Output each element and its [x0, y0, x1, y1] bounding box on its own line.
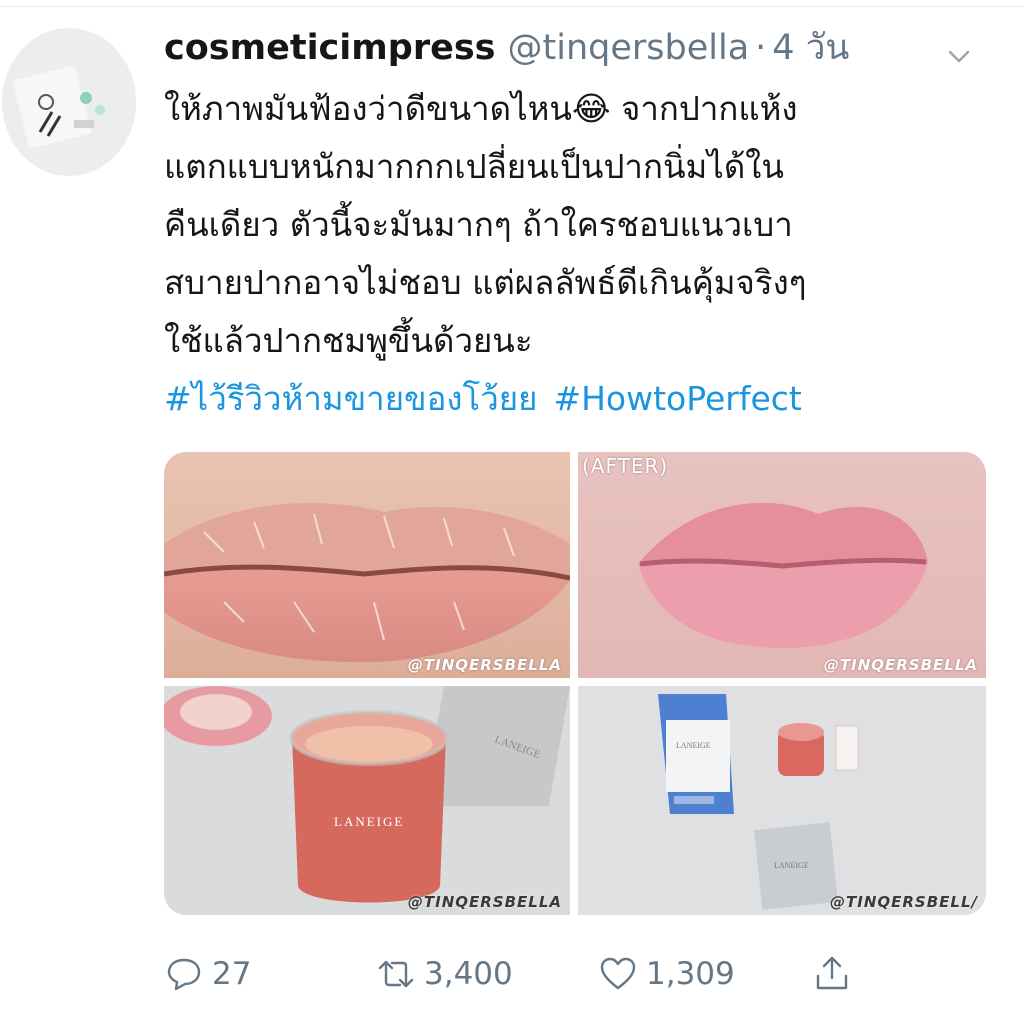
photo-before-lips[interactable]: @TINQERSBELLA	[164, 452, 570, 678]
heart-icon	[600, 957, 636, 990]
reply-icon	[167, 958, 201, 991]
watermark: @TINQERSBELLA	[407, 893, 562, 911]
tweet-actions: 27 3,400 1,309	[164, 946, 924, 1002]
like-button[interactable]: 1,309	[598, 946, 735, 1002]
tweet-text-line: ใช้แล้วปากชมพูขึ้นด้วยนะ	[164, 321, 533, 360]
top-divider	[0, 6, 1024, 7]
watermark: @TINQERSBELLA	[407, 656, 562, 674]
media-grid: @TINQERSBELLA (AFTER) @TINQERSBELLA LANE…	[164, 452, 986, 915]
separator-dot: ·	[755, 28, 767, 68]
watermark: @TINQERSBELL/	[830, 893, 978, 911]
retweet-icon	[378, 960, 414, 988]
username[interactable]: cosmeticimpress	[164, 28, 496, 68]
tweet-text-line: แตกแบบหนักมากกกเปลี่ยนเป็นปากนิ่มได้ใน	[164, 147, 784, 186]
user-handle[interactable]: @tinqersbella	[508, 28, 750, 68]
tweet-body: ให้ภาพมันฟ้องว่าดีขนาดไหน😂 จากปากแห้ง แต…	[164, 80, 1004, 428]
reply-button[interactable]: 27	[164, 946, 251, 1002]
watermark: @TINQERSBELLA	[823, 656, 978, 674]
timestamp[interactable]: 4 วัน	[772, 28, 849, 68]
photo-after-lips[interactable]: (AFTER) @TINQERSBELLA	[578, 452, 986, 678]
tweet-header: cosmeticimpress @tinqersbella · 4 วัน	[164, 22, 1004, 74]
share-icon	[816, 956, 848, 990]
chevron-down-icon[interactable]	[944, 34, 974, 64]
tweet-text-line: คืนเดียว ตัวนี้จะมันมากๆ ถ้าใครชอบแนวเบา	[164, 205, 793, 244]
retweet-count: 3,400	[424, 956, 513, 992]
retweet-button[interactable]: 3,400	[376, 946, 513, 1002]
hashtag-link[interactable]: #ไว้รีวิวห้ามขายของโว้ยย	[164, 379, 537, 418]
tweet-text-line: สบายปากอาจไม่ชอบ แต่ผลลัพธ์ดีเกินคุ้มจริ…	[164, 263, 807, 302]
avatar-image	[2, 28, 136, 176]
photo-product-box[interactable]: LANEIGE LANEIGE @TINQERSBELL/	[578, 686, 986, 915]
tweet-text-line: ให้ภาพมันฟ้องว่าดีขนาดไหน😂 จากปากแห้ง	[164, 89, 798, 128]
svg-text:LANEIGE: LANEIGE	[676, 741, 711, 750]
avatar[interactable]	[2, 28, 136, 176]
hashtag-link[interactable]: #HowtoPerfect	[553, 379, 801, 418]
svg-text:LANEIGE: LANEIGE	[774, 861, 809, 870]
after-label: (AFTER)	[582, 454, 669, 478]
photo-lip-mask-jar[interactable]: LANEIGE LANEIGE @TINQERSBELLA	[164, 686, 570, 915]
like-count: 1,309	[646, 956, 735, 992]
reply-count: 27	[212, 956, 252, 992]
share-button[interactable]	[812, 946, 860, 1002]
svg-text:LANEIGE: LANEIGE	[334, 814, 404, 829]
hashtag-line: #ไว้รีวิวห้ามขายของโว้ยย #HowtoPerfect	[164, 370, 1004, 428]
